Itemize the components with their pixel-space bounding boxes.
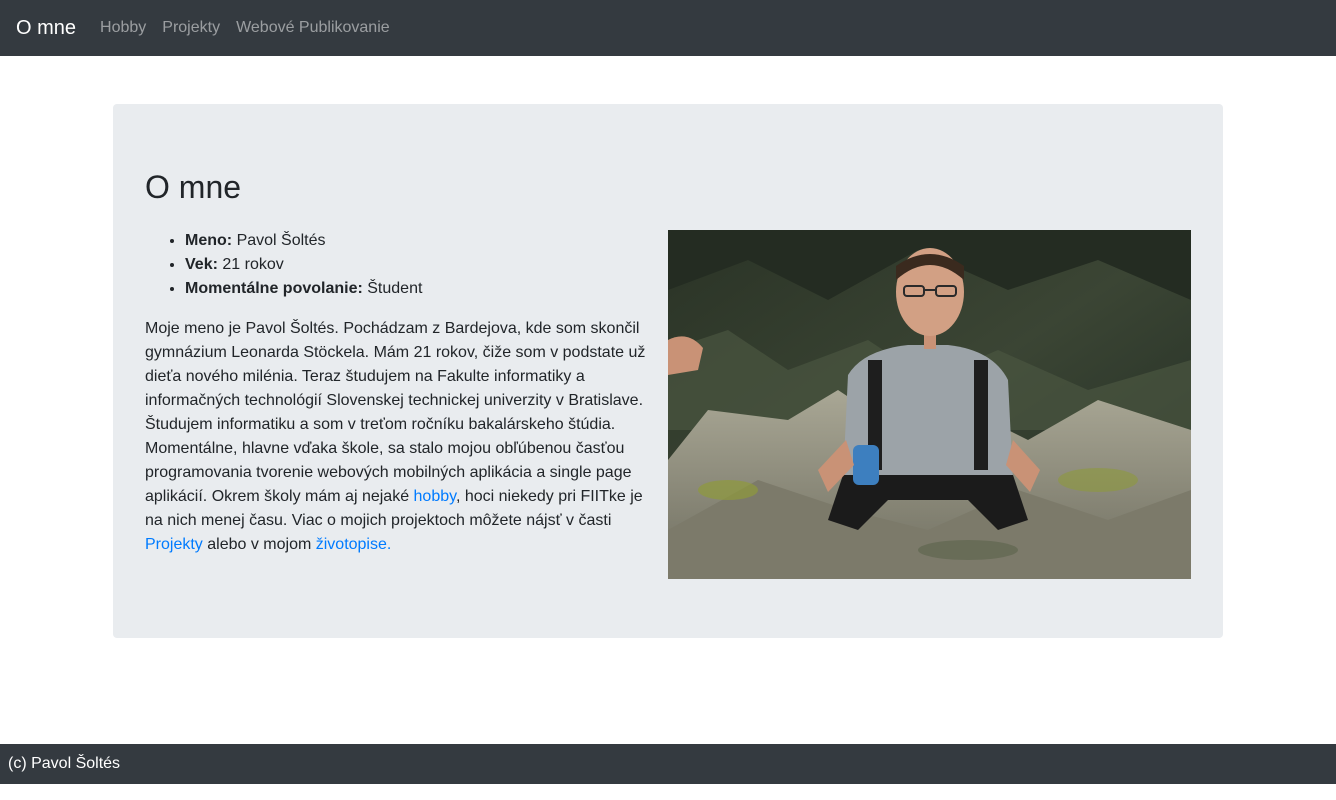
link-projekty[interactable]: Projekty <box>145 536 203 553</box>
info-label: Meno: <box>185 232 233 249</box>
info-item-occupation: Momentálne povolanie: Študent <box>185 277 422 301</box>
info-label: Vek: <box>185 256 218 273</box>
info-item-age: Vek: 21 rokov <box>185 253 422 277</box>
link-zivotopis[interactable]: životopise. <box>316 536 392 553</box>
bio-paragraph: Moje meno je Pavol Šoltés. Pochádzam z B… <box>145 317 647 557</box>
info-label: Momentálne povolanie: <box>185 280 363 297</box>
nav-link-projekty[interactable]: Projekty <box>162 19 220 37</box>
info-item-name: Meno: Pavol Šoltés <box>185 229 422 253</box>
info-list: Meno: Pavol Šoltés Vek: 21 rokov Momentá… <box>145 229 422 301</box>
info-value: Študent <box>367 280 423 297</box>
footer: (c) Pavol Šoltés <box>0 744 1336 784</box>
navbar-brand[interactable]: O mne <box>16 17 76 40</box>
bio-text: Moje meno je Pavol Šoltés. Pochádzam z B… <box>145 320 646 505</box>
nav-link-webove-publikovanie[interactable]: Webové Publikovanie <box>236 19 390 37</box>
navbar: O mne Hobby Projekty Webové Publikovanie <box>0 0 1336 56</box>
info-value: Pavol Šoltés <box>236 232 326 249</box>
info-value: 21 rokov <box>222 256 284 273</box>
page-title: O mne <box>145 169 242 205</box>
nav-link-hobby[interactable]: Hobby <box>100 19 146 37</box>
about-section: O mne Meno: Pavol Šoltés Vek: 21 rokov M… <box>113 104 1223 638</box>
profile-photo <box>668 230 1191 579</box>
link-hobby[interactable]: hobby <box>414 488 456 505</box>
footer-copyright: (c) Pavol Šoltés <box>8 755 121 772</box>
bio-text: alebo v mojom <box>202 536 316 553</box>
